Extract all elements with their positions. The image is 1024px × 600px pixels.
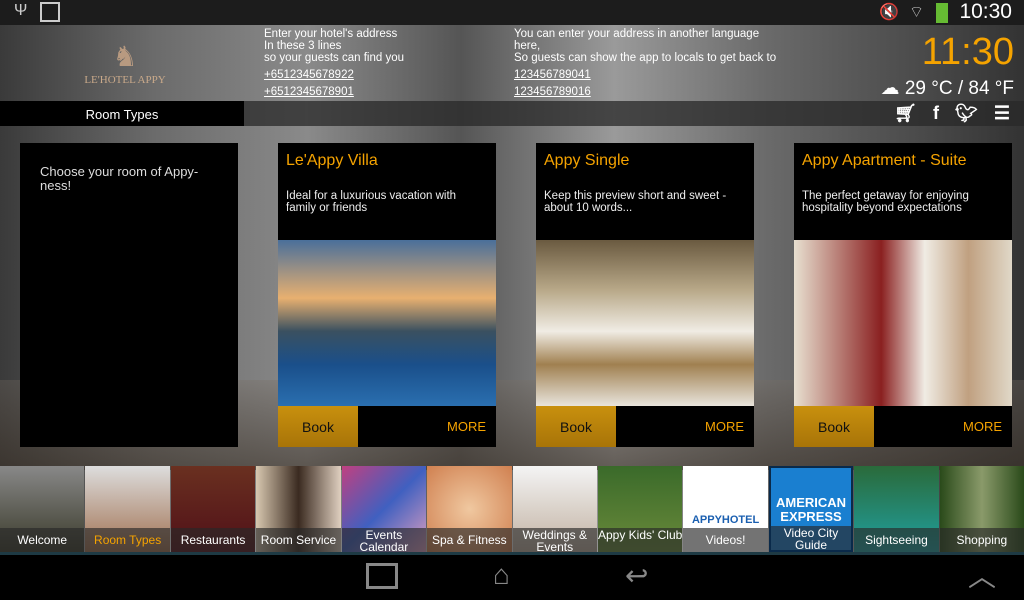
address-line: here, bbox=[514, 40, 541, 52]
thumb-shopping[interactable]: Shopping bbox=[939, 466, 1024, 552]
status-bar: Ψ 🔇 ⌔ 10:30 bbox=[0, 0, 1024, 25]
cloud-icon: ☁ bbox=[880, 78, 900, 99]
thumb-label: Room Types bbox=[85, 528, 170, 552]
mute-icon: 🔇 bbox=[879, 4, 899, 21]
phone-link[interactable]: +6512345678922 bbox=[264, 69, 404, 81]
thumb-events-calendar[interactable]: Events Calendar bbox=[341, 466, 427, 552]
appyhotel-logo: APPYHOTEL bbox=[691, 514, 760, 526]
cart-icon[interactable]: 🛒︎ bbox=[894, 103, 917, 124]
thumb-room-types[interactable]: Room Types bbox=[85, 466, 170, 552]
room-card: Appy Apartment - Suite The perfect getaw… bbox=[794, 143, 1012, 447]
thumb-label: Events Calendar bbox=[341, 528, 427, 552]
thumb-restaurants[interactable]: Restaurants bbox=[170, 466, 256, 552]
thumb-label: Welcome bbox=[0, 528, 85, 552]
clock: 11:30 bbox=[921, 31, 1014, 73]
address-line: So guests can show the app to locals to … bbox=[514, 52, 777, 64]
usb-icon: Ψ bbox=[14, 2, 28, 19]
phone-link[interactable]: 123456789041 bbox=[514, 69, 776, 81]
navigation-bar: ⌂ ↩ ︿ bbox=[0, 555, 1024, 600]
address-line: In these 3 lines bbox=[264, 40, 342, 52]
image-icon bbox=[40, 2, 60, 22]
room-description: Ideal for a luxurious vacation with fami… bbox=[286, 190, 457, 214]
book-button[interactable]: Book bbox=[278, 406, 358, 447]
thumb-label: Weddings & Events bbox=[512, 528, 597, 552]
section-carousel: Welcome Room Types Restaurants Room Serv… bbox=[0, 466, 1024, 552]
room-card: Le'Appy Villa Ideal for a luxurious vaca… bbox=[278, 143, 496, 447]
room-title[interactable]: Appy Apartment - Suite bbox=[794, 143, 1012, 170]
room-title[interactable]: Le'Appy Villa bbox=[278, 143, 496, 170]
address-line: Enter your hotel's address bbox=[264, 28, 398, 40]
thumb-label: Restaurants bbox=[170, 528, 256, 552]
thumb-video-city-guide[interactable]: AMERICAN EXPRESS Video City Guide bbox=[768, 466, 854, 552]
thumb-label: Sightseeing bbox=[854, 528, 939, 552]
recent-apps-icon[interactable] bbox=[366, 563, 398, 589]
thumb-kids-club[interactable]: Appy Kids' Club bbox=[597, 466, 683, 552]
twitter-icon[interactable]: 🐦︎ bbox=[955, 103, 978, 124]
facebook-icon[interactable]: f bbox=[933, 103, 939, 124]
more-link[interactable]: MORE bbox=[447, 419, 486, 434]
room-image[interactable] bbox=[278, 240, 496, 406]
room-card: Appy Single Keep this preview short and … bbox=[536, 143, 754, 447]
intro-panel: Choose your room of Appy-ness! bbox=[20, 143, 238, 447]
thumb-label: Appy Kids' Club bbox=[597, 528, 683, 552]
thumb-spa-fitness[interactable]: Spa & Fitness bbox=[427, 466, 512, 552]
more-link[interactable]: MORE bbox=[963, 419, 1002, 434]
room-image[interactable] bbox=[536, 240, 754, 406]
room-title[interactable]: Appy Single bbox=[536, 143, 754, 170]
wifi-icon: ⌔ bbox=[908, 4, 924, 21]
address-line: so your guests can find you bbox=[264, 52, 404, 64]
room-description: Keep this preview short and sweet - abou… bbox=[544, 190, 727, 214]
logo-text: LE'HOTEL APPY bbox=[84, 74, 166, 86]
alt-address-block: You can enter your address in another la… bbox=[514, 28, 776, 98]
thumb-room-service[interactable]: Room Service bbox=[256, 466, 341, 552]
header: ♞ LE'HOTEL APPY Enter your hotel's addres… bbox=[0, 25, 1024, 101]
weather: ☁ 29 °C / 84 °F bbox=[881, 77, 1014, 100]
book-button[interactable]: Book bbox=[794, 406, 874, 447]
back-icon[interactable]: ↩ bbox=[625, 559, 648, 592]
book-button[interactable]: Book bbox=[536, 406, 616, 447]
thumb-label: Room Service bbox=[256, 528, 341, 552]
status-time: 10:30 bbox=[959, 0, 1012, 23]
horse-logo-icon: ♞ bbox=[112, 42, 138, 73]
address-line: You can enter your address in another la… bbox=[514, 28, 760, 40]
room-image[interactable] bbox=[794, 240, 1012, 406]
more-link[interactable]: MORE bbox=[705, 419, 744, 434]
thumb-videos[interactable]: APPYHOTEL Videos! bbox=[683, 466, 768, 552]
thumb-welcome[interactable]: Welcome bbox=[0, 466, 85, 552]
thumb-weddings[interactable]: Weddings & Events bbox=[512, 466, 597, 552]
thumb-sightseeing[interactable]: Sightseeing bbox=[854, 466, 939, 552]
current-section: Room Types bbox=[0, 101, 244, 126]
thumb-label: Shopping bbox=[939, 528, 1024, 552]
section-bar: Room Types 🛒︎ f 🐦︎ ☰ bbox=[0, 101, 1024, 126]
thumb-label: Videos! bbox=[683, 528, 768, 552]
battery-icon bbox=[936, 3, 948, 23]
temperature: 29 °C / 84 °F bbox=[904, 78, 1014, 99]
room-description: The perfect getaway for enjoying hospita… bbox=[802, 190, 969, 214]
chevron-up-icon[interactable]: ︿ bbox=[968, 555, 996, 595]
phone-link[interactable]: 123456789016 bbox=[514, 86, 776, 98]
menu-icon[interactable]: ☰ bbox=[994, 103, 1010, 124]
amex-logo: AMERICAN EXPRESS bbox=[775, 495, 847, 524]
address-block: Enter your hotel's address In these 3 li… bbox=[264, 28, 404, 98]
home-icon[interactable]: ⌂ bbox=[493, 559, 510, 591]
hotel-logo[interactable]: ♞ LE'HOTEL APPY bbox=[80, 40, 170, 86]
phone-link[interactable]: +6512345678901 bbox=[264, 86, 404, 98]
thumb-label: Video City Guide bbox=[770, 526, 852, 550]
thumb-label: Spa & Fitness bbox=[427, 528, 512, 552]
